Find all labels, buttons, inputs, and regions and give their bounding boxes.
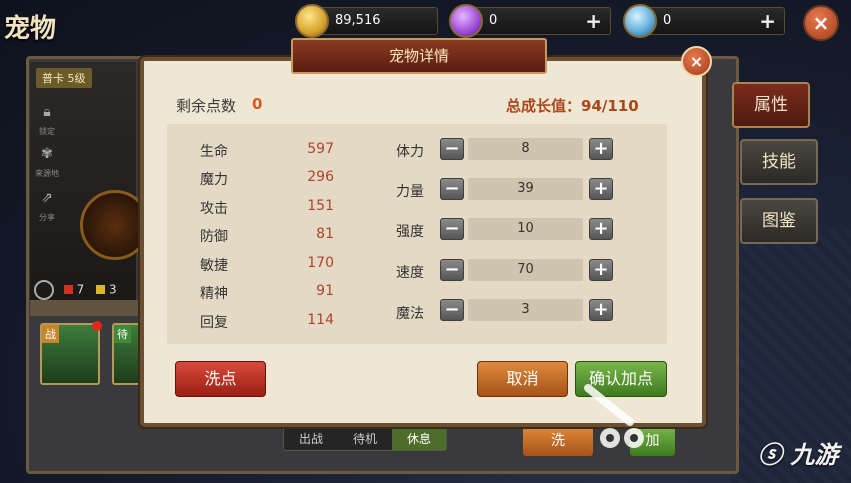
crystal-amount: 0 — [489, 13, 498, 28]
remaining-points-label: 剩余点数 — [176, 97, 237, 115]
watermark-text: 九游 — [790, 441, 839, 469]
attr-value-attack: 151 — [307, 198, 334, 214]
alloc-value-toughness: 10 — [468, 218, 583, 240]
gold-coin-icon — [295, 4, 329, 38]
yellow-gem-icon — [96, 284, 106, 294]
diamond-resource-bar: 0 + — [623, 4, 785, 38]
add-crystal-button[interactable]: + — [585, 8, 602, 34]
red-count: 7 — [76, 282, 85, 297]
purple-crystal-icon — [449, 4, 483, 38]
pet-tag-battle: 战 — [42, 325, 59, 343]
reset-points-button[interactable]: 洗点 — [175, 361, 266, 397]
attr-value-hp: 597 — [307, 141, 334, 157]
dialog-close-button[interactable]: × — [681, 46, 712, 77]
alloc-name-speed: 速度 — [396, 265, 424, 281]
plus-magic-button[interactable]: + — [589, 299, 613, 321]
plus-toughness-button[interactable]: + — [589, 218, 613, 240]
crystal-resource-bar: 0 + — [449, 4, 611, 38]
diamond-amount: 0 — [663, 13, 672, 28]
cancel-button[interactable]: 取消 — [477, 361, 568, 397]
watermark-logo: ⓢ 九游 — [758, 435, 838, 470]
remaining-points-value: 0 — [252, 95, 263, 113]
pet-tag-standby: 待 — [114, 325, 131, 343]
attr-name-attack: 攻击 — [200, 201, 228, 217]
gold-resource-bar: 89,516 — [295, 4, 438, 38]
status-tab-standby[interactable]: 待机 — [338, 428, 392, 450]
alloc-name-magic: 魔法 — [396, 306, 424, 322]
pet-level-tag: 普卡 5级 — [36, 68, 92, 88]
side-label-share: 分享 — [39, 213, 55, 222]
minus-toughness-button[interactable]: − — [440, 218, 464, 240]
share-icon[interactable]: ⇗ — [36, 190, 58, 206]
attr-name-defense: 防御 — [200, 229, 228, 245]
attr-value-spirit: 91 — [316, 283, 334, 299]
watermark-emblem-icon — [580, 380, 656, 456]
attr-value-agility: 170 — [307, 255, 334, 271]
attr-value-recovery: 114 — [307, 312, 334, 328]
alloc-value-speed: 70 — [468, 259, 583, 281]
pet-card-standby[interactable]: 待 — [112, 323, 140, 385]
tab-skills[interactable]: 技能 — [740, 139, 818, 185]
pet-card-battle[interactable]: 战 — [40, 321, 102, 385]
notification-dot — [92, 321, 102, 331]
side-label-source: 来源地 — [35, 169, 59, 178]
attr-name-mp: 魔力 — [200, 172, 228, 188]
diamond-icon — [623, 4, 657, 38]
pet-counts: 7 3 — [34, 280, 117, 300]
tab-attributes[interactable]: 属性 — [732, 82, 810, 128]
alloc-name-strength: 力量 — [396, 184, 424, 200]
minus-stamina-button[interactable]: − — [440, 138, 464, 160]
attr-name-hp: 生命 — [200, 144, 228, 160]
attr-name-recovery: 回复 — [200, 315, 228, 331]
plus-speed-button[interactable]: + — [589, 259, 613, 281]
pet-display-area — [30, 62, 136, 312]
pet-list-header — [30, 300, 140, 316]
paw-icon[interactable]: ✾ — [36, 146, 58, 162]
lock-icon[interactable]: 🔒︎ — [36, 104, 58, 120]
status-tab-battle[interactable]: 出战 — [284, 428, 338, 450]
tab-codex[interactable]: 图鉴 — [740, 198, 818, 244]
alloc-name-toughness: 强度 — [396, 224, 424, 240]
minus-speed-button[interactable]: − — [440, 259, 464, 281]
element-icon — [34, 280, 54, 300]
attr-name-agility: 敏捷 — [200, 258, 228, 274]
attr-value-mp: 296 — [307, 169, 334, 185]
status-tab-rest[interactable]: 休息 — [392, 428, 446, 450]
gold-amount: 89,516 — [335, 13, 381, 28]
yellow-count: 3 — [108, 282, 117, 297]
dialog-title: 宠物详情 — [291, 38, 547, 74]
add-diamond-button[interactable]: + — [759, 8, 776, 34]
pet-status-tabs: 出战 待机 休息 — [283, 427, 447, 451]
page-title: 宠物 — [4, 14, 57, 44]
watermark-s-icon: ⓢ — [758, 441, 782, 469]
attr-value-defense: 81 — [316, 226, 334, 242]
total-growth: 总成长值：94/110 — [506, 97, 639, 115]
plus-strength-button[interactable]: + — [589, 178, 613, 200]
alloc-value-magic: 3 — [468, 299, 583, 321]
minus-magic-button[interactable]: − — [440, 299, 464, 321]
minus-strength-button[interactable]: − — [440, 178, 464, 200]
alloc-value-stamina: 8 — [468, 138, 583, 160]
close-page-button[interactable]: × — [803, 5, 839, 41]
side-label-lock: 锁定 — [39, 127, 55, 136]
red-gem-icon — [63, 284, 73, 294]
attr-name-spirit: 精神 — [200, 286, 228, 302]
alloc-name-stamina: 体力 — [396, 144, 424, 160]
plus-stamina-button[interactable]: + — [589, 138, 613, 160]
alloc-value-strength: 39 — [468, 178, 583, 200]
